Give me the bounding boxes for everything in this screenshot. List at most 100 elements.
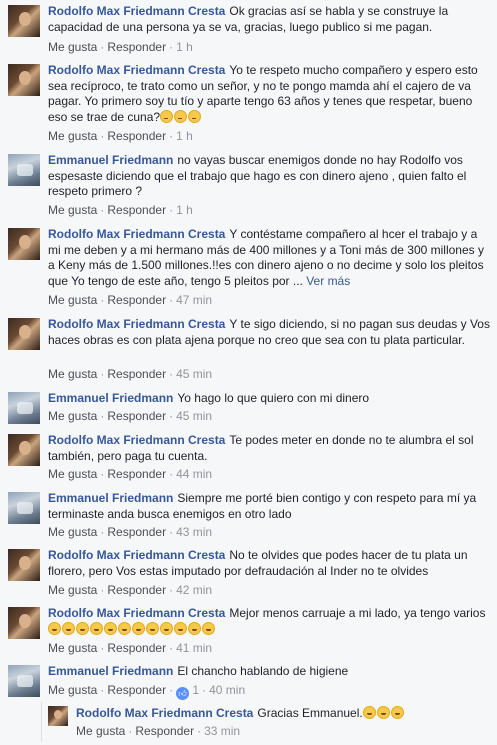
timestamp[interactable]: 43 min xyxy=(176,525,212,539)
rolling-laughing-emoji-icon xyxy=(48,621,61,635)
comment-body: Rodolfo Max Friedmann Cresta Ok gracias a… xyxy=(48,4,491,35)
comment-actions: Me gusta · Responder · 47 min xyxy=(48,293,212,308)
comment-author[interactable]: Emmanuel Friedmann xyxy=(48,391,173,405)
like-button[interactable]: Me gusta xyxy=(48,525,97,539)
reply-button[interactable]: Responder xyxy=(107,203,166,217)
like-button[interactable]: Me gusta xyxy=(76,724,125,738)
avatar[interactable] xyxy=(8,434,40,466)
separator: · xyxy=(100,583,105,597)
reply-button[interactable]: Responder xyxy=(107,467,166,481)
thumbs-up-icon: 👍︎ xyxy=(176,687,190,700)
timestamp[interactable]: 45 min xyxy=(176,409,212,423)
reply-button[interactable]: Responder xyxy=(107,525,166,539)
see-more-link[interactable]: Ver más xyxy=(306,274,350,288)
like-button[interactable]: Me gusta xyxy=(48,467,97,481)
rolling-laughing-emoji-icon xyxy=(362,706,376,719)
timestamp[interactable]: 42 min xyxy=(176,583,212,597)
avatar[interactable] xyxy=(8,607,40,639)
separator: · xyxy=(128,724,133,738)
avatar[interactable] xyxy=(48,706,68,726)
reply-button[interactable]: Responder xyxy=(135,724,194,738)
like-button[interactable]: Me gusta xyxy=(48,683,97,697)
thinking-emoji-icon xyxy=(160,109,174,123)
comment-actions: Me gusta · Responder · 41 min xyxy=(48,641,212,656)
avatar[interactable] xyxy=(8,492,40,524)
separator: · xyxy=(100,525,105,539)
reply-button[interactable]: Responder xyxy=(107,683,166,697)
comment-author[interactable]: Rodolfo Max Friedmann Cresta xyxy=(48,433,225,447)
avatar[interactable] xyxy=(8,154,40,186)
rolling-laughing-emoji-icon xyxy=(160,621,173,635)
avatar[interactable] xyxy=(8,318,40,350)
avatar[interactable] xyxy=(8,64,40,96)
rolling-laughing-emoji-icon xyxy=(104,621,117,635)
comment-author[interactable]: Rodolfo Max Friedmann Cresta xyxy=(48,317,225,331)
separator: · xyxy=(100,683,105,697)
like-button[interactable]: Me gusta xyxy=(48,583,97,597)
timestamp[interactable]: 45 min xyxy=(176,367,212,381)
comment-author[interactable]: Rodolfo Max Friedmann Cresta xyxy=(76,706,253,720)
comment-text: Gracias Emmanuel. xyxy=(257,706,363,720)
comment-actions: Me gusta · Responder · 33 min xyxy=(76,724,240,739)
separator: · xyxy=(202,683,207,697)
comment-author[interactable]: Emmanuel Friedmann xyxy=(48,153,173,167)
rolling-laughing-emoji-icon xyxy=(62,621,75,635)
separator: · xyxy=(100,467,105,481)
reply-button[interactable]: Responder xyxy=(107,129,166,143)
reply-button[interactable]: Responder xyxy=(107,40,166,54)
comment-body: Emmanuel Friedmann Siempre me porté bien … xyxy=(48,491,491,522)
reply-button[interactable]: Responder xyxy=(107,583,166,597)
like-button[interactable]: Me gusta xyxy=(48,40,97,54)
separator: · xyxy=(169,525,174,539)
comment-author[interactable]: Rodolfo Max Friedmann Cresta xyxy=(48,4,225,18)
separator: · xyxy=(100,409,105,423)
separator: · xyxy=(169,641,174,655)
timestamp[interactable]: 1 h xyxy=(176,40,193,54)
timestamp[interactable]: 47 min xyxy=(176,293,212,307)
avatar[interactable] xyxy=(8,228,40,260)
comment-actions: Me gusta · Responder · 1 h xyxy=(48,40,193,55)
reply-button[interactable]: Responder xyxy=(107,367,166,381)
timestamp[interactable]: 44 min xyxy=(176,467,212,481)
avatar[interactable] xyxy=(8,392,40,424)
separator: · xyxy=(100,40,105,54)
like-button[interactable]: Me gusta xyxy=(48,203,97,217)
comment-author[interactable]: Emmanuel Friedmann xyxy=(48,491,173,505)
comment-text: Mejor menos carruaje a mi lado, ya tengo… xyxy=(229,606,486,620)
comment-author[interactable]: Rodolfo Max Friedmann Cresta xyxy=(48,606,225,620)
separator: · xyxy=(100,367,105,381)
comment-text: El chancho hablando de higiene xyxy=(177,664,349,678)
comment-author[interactable]: Emmanuel Friedmann xyxy=(48,664,173,678)
avatar[interactable] xyxy=(8,665,40,697)
like-button[interactable]: Me gusta xyxy=(48,293,97,307)
separator: · xyxy=(169,583,174,597)
like-count[interactable]: 1 xyxy=(192,683,199,697)
rolling-laughing-emoji-icon xyxy=(146,621,159,635)
reply-button[interactable]: Responder xyxy=(107,293,166,307)
rolling-laughing-emoji-icon xyxy=(132,621,145,635)
comment-author[interactable]: Rodolfo Max Friedmann Cresta xyxy=(48,63,225,77)
timestamp[interactable]: 1 h xyxy=(176,203,193,217)
comment-body: Rodolfo Max Friedmann Cresta Mejor menos … xyxy=(48,606,491,637)
rolling-laughing-emoji-icon xyxy=(376,706,390,719)
like-button[interactable]: Me gusta xyxy=(48,409,97,423)
timestamp[interactable]: 1 h xyxy=(176,129,193,143)
timestamp[interactable]: 41 min xyxy=(176,641,212,655)
timestamp[interactable]: 33 min xyxy=(204,724,240,738)
reply-button[interactable]: Responder xyxy=(107,641,166,655)
thinking-emoji-icon xyxy=(188,109,202,123)
avatar[interactable] xyxy=(8,5,40,37)
separator: · xyxy=(100,129,105,143)
comment-author[interactable]: Rodolfo Max Friedmann Cresta xyxy=(48,548,225,562)
like-button[interactable]: Me gusta xyxy=(48,641,97,655)
reply-button[interactable]: Responder xyxy=(107,409,166,423)
like-button[interactable]: Me gusta xyxy=(48,129,97,143)
comment-actions: Me gusta · Responder · 42 min xyxy=(48,583,212,598)
comment-actions: Me gusta · Responder · 👍︎ 1 · 40 min xyxy=(48,683,245,700)
comment-author[interactable]: Rodolfo Max Friedmann Cresta xyxy=(48,227,225,241)
avatar[interactable] xyxy=(8,549,40,581)
rolling-laughing-emoji-icon xyxy=(118,621,131,635)
like-button[interactable]: Me gusta xyxy=(48,367,97,381)
comment-actions: Me gusta · Responder · 1 h xyxy=(48,203,193,218)
timestamp[interactable]: 40 min xyxy=(209,683,245,697)
